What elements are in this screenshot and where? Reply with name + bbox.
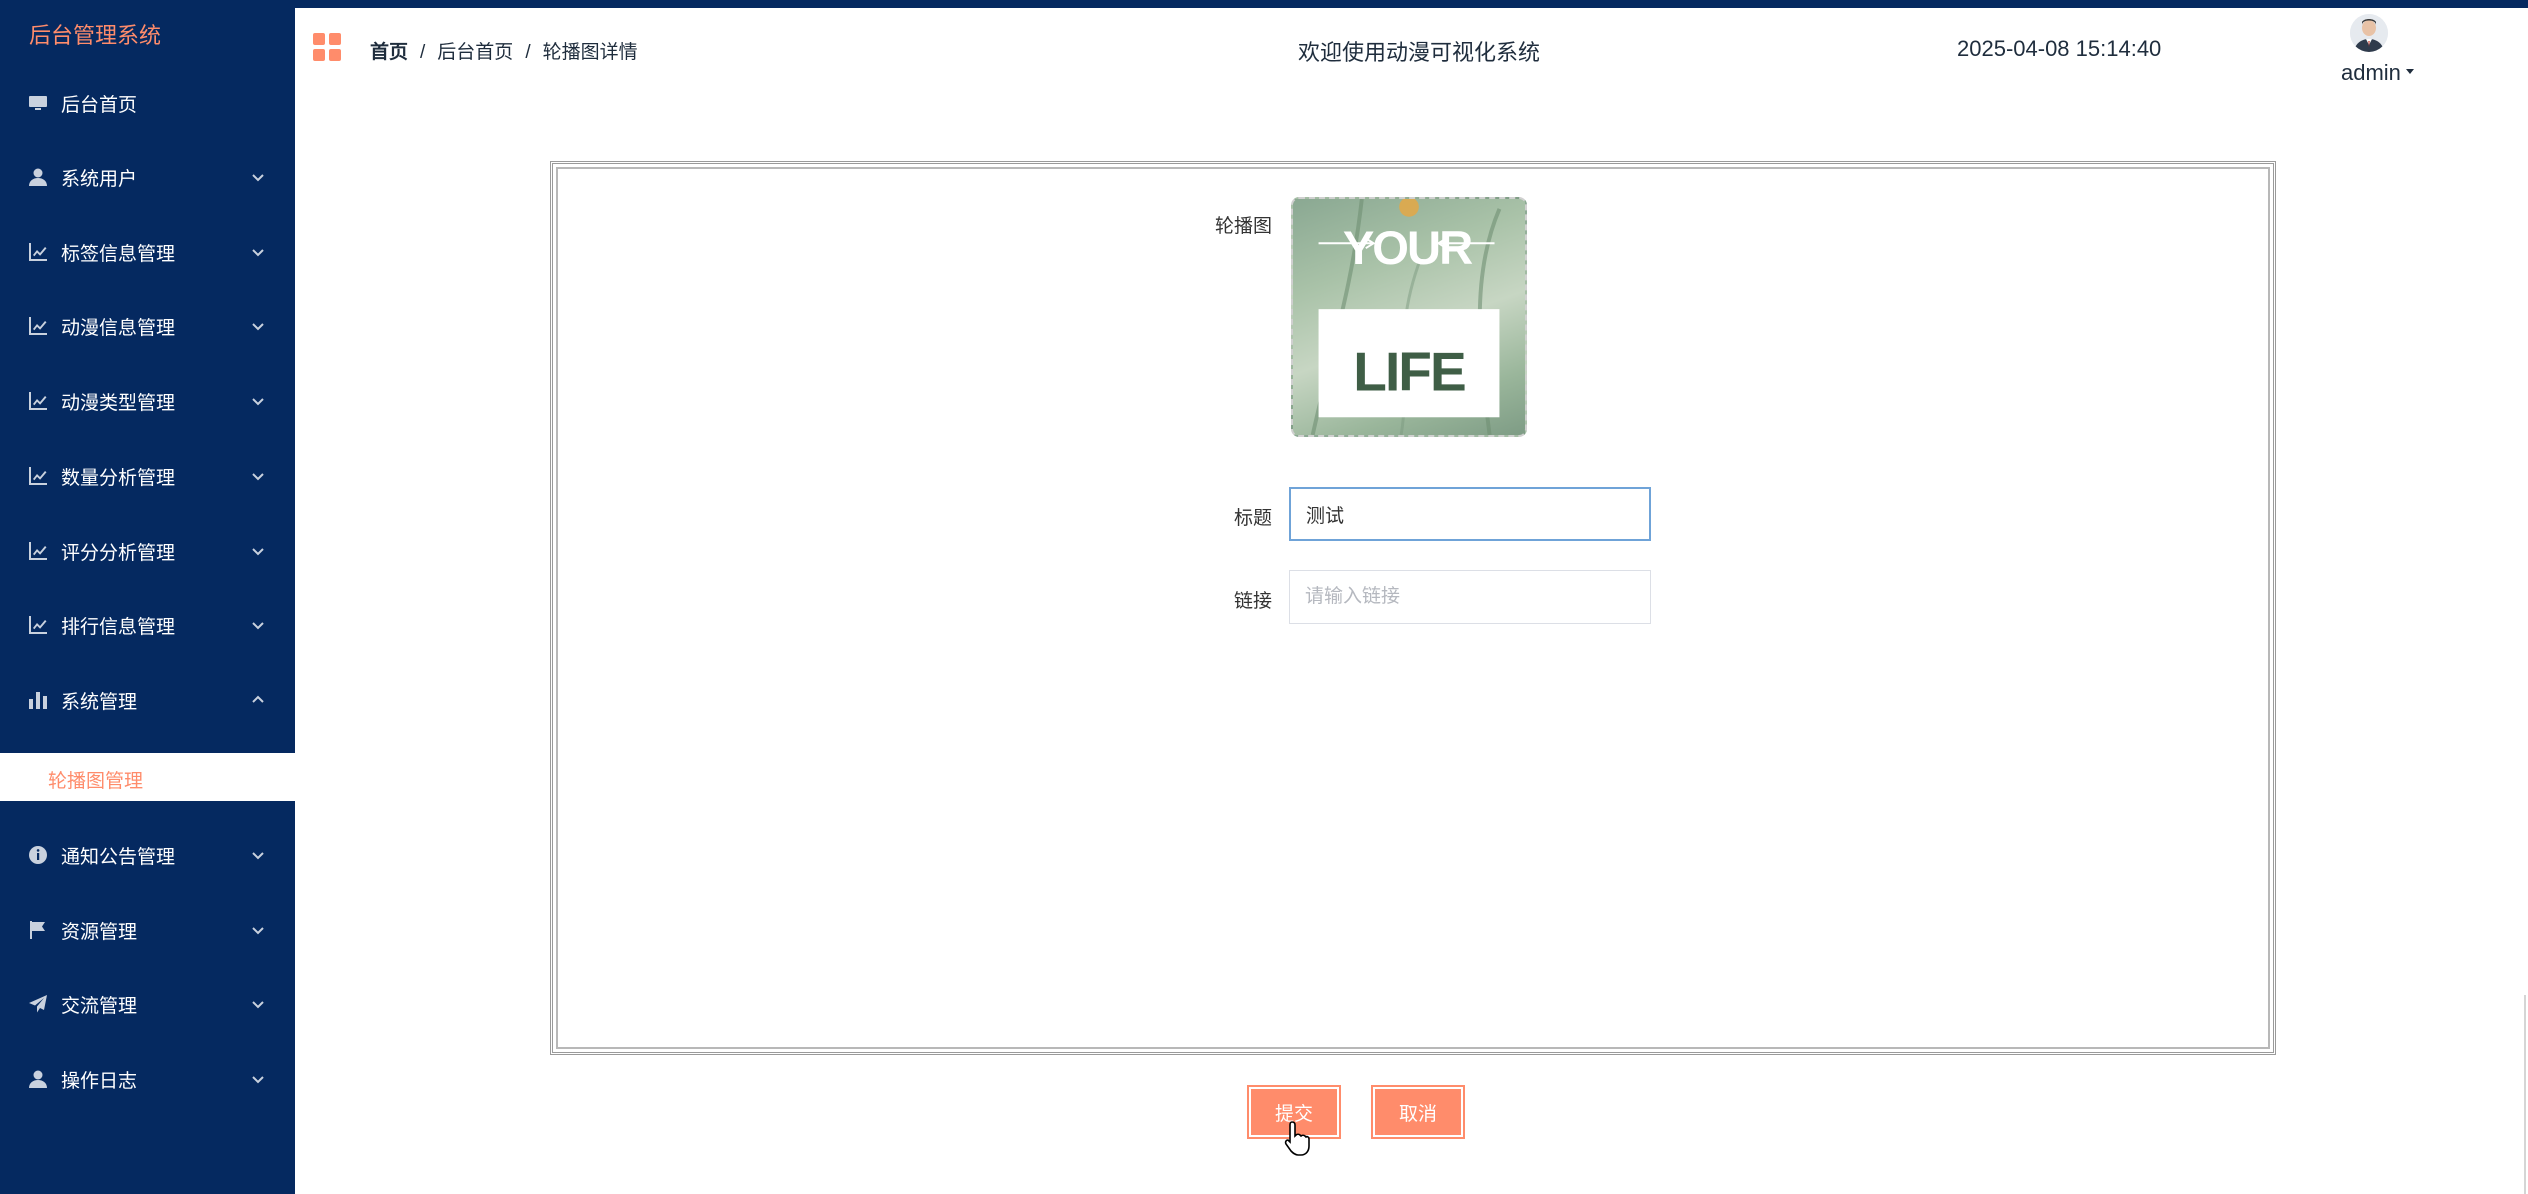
title-input[interactable] xyxy=(1289,487,1651,541)
sidebar-item-anime-info[interactable]: 动漫信息管理 xyxy=(0,289,295,363)
sidebar-item-score-analysis[interactable]: 评分分析管理 xyxy=(0,514,295,588)
chevron-down-icon xyxy=(251,467,265,481)
sidebar-item-dashboard[interactable]: 后台首页 xyxy=(0,66,295,140)
menu-toggle-grid-icon[interactable] xyxy=(313,33,342,62)
breadcrumb-separator: / xyxy=(525,42,531,63)
chevron-down-icon xyxy=(251,846,265,860)
sidebar-item-label: 动漫类型管理 xyxy=(61,392,176,414)
breadcrumb-dashboard[interactable]: 后台首页 xyxy=(437,42,513,63)
sidebar-item-label: 资源管理 xyxy=(61,921,138,943)
sidebar-item-label: 系统用户 xyxy=(61,168,138,190)
sidebar-item-label: 评分分析管理 xyxy=(61,542,176,564)
info-icon xyxy=(28,845,48,865)
sidebar-item-tag-info[interactable]: 标签信息管理 xyxy=(0,215,295,289)
caret-down-icon[interactable] xyxy=(2404,66,2416,78)
chevron-down-icon xyxy=(251,1070,265,1084)
chevron-down-icon xyxy=(251,243,265,257)
user-icon xyxy=(28,167,48,187)
bar-chart-icon xyxy=(28,690,48,710)
sidebar-item-label: 排行信息管理 xyxy=(61,616,176,638)
link-input[interactable] xyxy=(1289,570,1651,624)
banner-image-thumbnail: YOUR LIFE xyxy=(1310,199,1502,435)
hand-cursor-icon xyxy=(1284,1121,1310,1156)
breadcrumb-current: 轮播图详情 xyxy=(542,42,638,63)
datetime-display: 2025-04-08 15:14:40 xyxy=(1957,36,2162,61)
chevron-up-icon xyxy=(251,691,265,705)
image-label: 轮播图 xyxy=(1214,216,1272,237)
line-chart-icon xyxy=(28,391,48,411)
cancel-button[interactable]: 取消 xyxy=(1371,1085,1465,1139)
sidebar-item-label: 数量分析管理 xyxy=(61,467,176,489)
breadcrumb: 首页 / 后台首页 / 轮播图详情 xyxy=(370,37,638,64)
sidebar-item-system-users[interactable]: 系统用户 xyxy=(0,140,295,214)
link-label: 链接 xyxy=(1233,591,1272,612)
sidebar-item-label: 标签信息管理 xyxy=(61,243,176,265)
banner-image-upload[interactable]: YOUR LIFE xyxy=(1291,197,1527,437)
sidebar-item-system-management[interactable]: 系统管理 xyxy=(0,663,295,737)
chevron-down-icon xyxy=(251,392,265,406)
sidebar-item-communication-management[interactable]: 交流管理 xyxy=(0,967,295,1041)
welcome-text: 欢迎使用动漫可视化系统 xyxy=(1298,40,1541,65)
flag-icon xyxy=(28,920,48,940)
banner-text-bottom: LIFE xyxy=(1353,341,1465,403)
scrollbar[interactable] xyxy=(2524,995,2526,1194)
line-chart-icon xyxy=(28,615,48,635)
sidebar-item-label: 动漫信息管理 xyxy=(61,317,176,339)
monitor-icon xyxy=(28,93,48,113)
user-icon xyxy=(28,1069,48,1089)
sidebar-item-operation-log[interactable]: 操作日志 xyxy=(0,1042,295,1116)
top-strip xyxy=(0,0,2528,8)
line-chart-icon xyxy=(28,466,48,486)
sidebar-item-notice-management[interactable]: 通知公告管理 xyxy=(0,818,295,892)
line-chart-icon xyxy=(28,541,48,561)
sidebar-item-label: 后台首页 xyxy=(61,94,138,116)
chevron-down-icon xyxy=(251,616,265,630)
chevron-down-icon xyxy=(251,921,265,935)
sidebar-title: 后台管理系统 xyxy=(29,23,162,48)
chevron-down-icon xyxy=(251,317,265,331)
breadcrumb-home[interactable]: 首页 xyxy=(370,42,408,63)
sidebar-item-anime-type[interactable]: 动漫类型管理 xyxy=(0,364,295,438)
sidebar-item-ranking-info[interactable]: 排行信息管理 xyxy=(0,588,295,662)
banner-text-top: YOUR xyxy=(1343,221,1473,274)
sidebar-subitem-banner-management[interactable]: 轮播图管理 xyxy=(48,766,143,793)
chevron-down-icon xyxy=(251,995,265,1009)
title-label: 标题 xyxy=(1233,508,1272,529)
line-chart-icon xyxy=(28,316,48,336)
user-menu[interactable]: admin xyxy=(2341,60,2401,86)
sidebar-subitem-band xyxy=(0,753,295,801)
paper-plane-icon xyxy=(28,994,48,1014)
line-chart-icon xyxy=(28,242,48,262)
sidebar-item-quantity-analysis[interactable]: 数量分析管理 xyxy=(0,439,295,513)
chevron-down-icon xyxy=(251,542,265,556)
sidebar-item-label: 交流管理 xyxy=(61,995,138,1017)
breadcrumb-separator: / xyxy=(420,42,426,63)
sidebar-item-label: 通知公告管理 xyxy=(61,846,176,868)
sidebar-item-label: 操作日志 xyxy=(61,1070,138,1092)
sidebar-item-label: 系统管理 xyxy=(61,691,138,713)
avatar[interactable] xyxy=(2350,14,2388,52)
chevron-down-icon xyxy=(251,168,265,182)
sidebar-item-resource-management[interactable]: 资源管理 xyxy=(0,893,295,967)
